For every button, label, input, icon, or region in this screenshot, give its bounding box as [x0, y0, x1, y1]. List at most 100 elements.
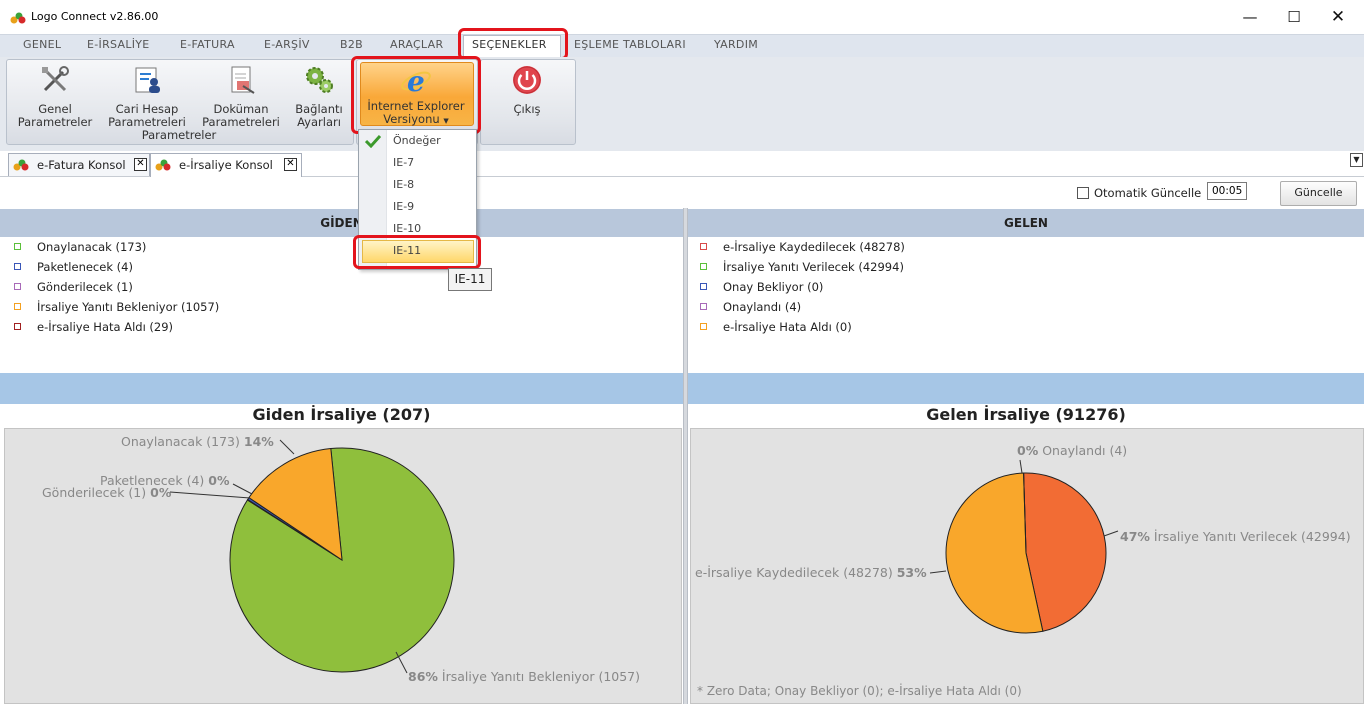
pie-label-kaydedilecek: e-İrsaliye Kaydedilecek (48278) 53% — [695, 565, 927, 580]
menu-tab-b2b[interactable]: B2B — [340, 38, 363, 51]
leader-line — [929, 570, 947, 574]
legend-swatch — [14, 323, 21, 330]
legend-item: İrsaliye Yanıtı Verilecek (42994) — [700, 260, 904, 280]
legend-swatch — [700, 283, 707, 290]
legend-label: İrsaliye Yanıtı Verilecek (42994) — [723, 260, 904, 274]
menu-tab-esleme-tablolari[interactable]: EŞLEME TABLOLARI — [574, 38, 686, 51]
highlight-box-ie-button — [351, 56, 481, 134]
app-logo-icon — [13, 159, 29, 171]
document-icon — [231, 66, 255, 94]
incoming-chart-title: Gelen İrsaliye (91276) — [926, 405, 1126, 424]
close-tab-icon[interactable]: ✕ — [284, 158, 297, 171]
menu-tab-yardim[interactable]: YARDIM — [714, 38, 758, 51]
legend-item: Onay Bekliyor (0) — [700, 280, 823, 300]
outgoing-chart-title: Giden İrsaliye (207) — [252, 405, 431, 424]
highlight-box-ie11 — [353, 235, 481, 269]
tooltip: IE-11 — [448, 268, 492, 291]
tab-e-irsaliye-konsol[interactable]: e-İrsaliye Konsol ✕ — [150, 153, 302, 177]
pie-label-yanit-bekleniyor: 86% İrsaliye Yanıtı Bekleniyor (1057) — [408, 669, 640, 684]
outgoing-panel-header: GİDEN — [0, 209, 683, 237]
legend-label: Gönderilecek (1) — [37, 280, 133, 294]
auto-update-label: Otomatik Güncelle — [1094, 186, 1202, 200]
connection-settings-button[interactable]: Bağlantı Ayarları — [290, 64, 348, 129]
menu-tab-genel[interactable]: GENEL — [23, 38, 61, 51]
menu-tab-e-arsiv[interactable]: E-ARŞİV — [264, 38, 310, 51]
outgoing-legend: Onaylanacak (173) Paketlenecek (4) Gönde… — [0, 237, 683, 373]
incoming-band — [688, 373, 1364, 404]
legend-swatch — [14, 243, 21, 250]
legend-swatch — [700, 303, 707, 310]
pie-label-percent: 86% — [408, 669, 438, 684]
legend-swatch — [14, 283, 21, 290]
tab-label: e-Fatura Konsol — [37, 158, 126, 172]
gears-icon — [306, 67, 333, 93]
power-icon — [513, 66, 541, 94]
tab-label: e-İrsaliye Konsol — [179, 158, 273, 172]
dropdown-item-ondeger[interactable]: Öndeğer — [393, 131, 441, 151]
legend-label: e-İrsaliye Hata Aldı (0) — [723, 320, 852, 334]
exit-label: Çıkış — [513, 102, 541, 116]
dropdown-item-ie9[interactable]: IE-9 — [393, 197, 414, 217]
legend-swatch — [14, 303, 21, 310]
minimize-button[interactable]: — — [1228, 4, 1272, 30]
menu-tab-e-irsaliye[interactable]: E-İRSALİYE — [87, 38, 150, 51]
legend-swatch — [700, 243, 707, 250]
outgoing-pie-chart — [169, 439, 455, 674]
legend-label: Onay Bekliyor (0) — [723, 280, 824, 294]
legend-swatch — [700, 263, 707, 270]
exit-button[interactable]: Çıkış — [488, 64, 566, 116]
legend-label: Onaylandı (4) — [723, 300, 802, 314]
outgoing-band — [0, 373, 683, 404]
leader-line — [279, 439, 295, 455]
incoming-panel-header: GELEN — [688, 209, 1364, 237]
ribbon-group-label: Parametreler — [141, 128, 217, 142]
tab-list-dropdown-icon[interactable]: ▼ — [1350, 153, 1363, 167]
legend-item: Onaylandı (4) — [700, 300, 801, 320]
menu-tab-araclar[interactable]: ARAÇLAR — [390, 38, 443, 51]
pie-label-percent: 53% — [896, 565, 927, 580]
update-interval-input[interactable] — [1207, 182, 1247, 200]
auto-update-checkbox[interactable] — [1077, 187, 1089, 199]
pie-label-text: Onaylandı (4) — [1042, 443, 1128, 458]
leader-line — [169, 491, 251, 499]
pie-label-percent: 0% — [208, 473, 230, 488]
legend-label: e-İrsaliye Kaydedilecek (48278) — [723, 240, 905, 254]
dropdown-item-ie8[interactable]: IE-8 — [393, 175, 414, 195]
menu-tab-e-fatura[interactable]: E-FATURA — [180, 38, 235, 51]
pie-label-text: Gönderilecek (1) — [42, 485, 147, 500]
legend-item: Onaylanacak (173) — [14, 240, 146, 260]
dropdown-item-ie7[interactable]: IE-7 — [393, 153, 414, 173]
legend-swatch — [700, 323, 707, 330]
legend-label: Onaylanacak (173) — [37, 240, 147, 254]
general-parameters-button[interactable]: Genel Parametreler — [12, 64, 98, 129]
legend-label: Paketlenecek (4) — [37, 260, 133, 274]
app-logo-icon — [10, 12, 26, 24]
pie-label-gonderilecek: Gönderilecek (1) 0% — [42, 485, 171, 500]
update-button[interactable]: Güncelle — [1280, 181, 1357, 206]
legend-label: e-İrsaliye Hata Aldı (29) — [37, 320, 174, 334]
maximize-button[interactable]: ☐ — [1272, 4, 1316, 30]
account-parameters-button[interactable]: Cari Hesap Parametreleri — [106, 64, 188, 129]
pie-label-text: İrsaliye Yanıtı Bekleniyor (1057) — [441, 669, 641, 684]
pie-label-text: Onaylanacak (173) — [121, 434, 240, 449]
legend-swatch — [14, 263, 21, 270]
legend-item: İrsaliye Yanıtı Bekleniyor (1057) — [14, 300, 219, 320]
pie-label-yanit-verilecek: 47% İrsaliye Yanıtı Verilecek (42994) — [1120, 529, 1351, 544]
pie-label-percent: 47% — [1120, 529, 1150, 544]
window-title: Logo Connect v2.86.00 — [31, 10, 159, 23]
close-window-button[interactable]: ✕ — [1316, 4, 1360, 30]
legend-item: e-İrsaliye Hata Aldı (0) — [700, 320, 852, 340]
leader-line — [232, 483, 253, 495]
pie-label-onaylanacak: Onaylanacak (173) 14% — [121, 434, 274, 449]
pie-label-text: İrsaliye Yanıtı Verilecek (42994) — [1153, 529, 1351, 544]
close-tab-icon[interactable]: ✕ — [134, 158, 147, 171]
pie-label-percent: 14% — [243, 434, 274, 449]
document-parameters-button[interactable]: Doküman Parametreleri — [198, 64, 284, 129]
title-bar — [0, 0, 1364, 34]
pie-label-percent: 0% — [1017, 443, 1039, 458]
app-logo-icon — [155, 159, 171, 171]
pie-label-percent: 0% — [150, 485, 172, 500]
leader-line — [1103, 530, 1119, 537]
tab-e-fatura-konsol[interactable]: e-Fatura Konsol ✕ — [8, 153, 150, 176]
incoming-legend: e-İrsaliye Kaydedilecek (48278) İrsaliye… — [688, 237, 1364, 373]
